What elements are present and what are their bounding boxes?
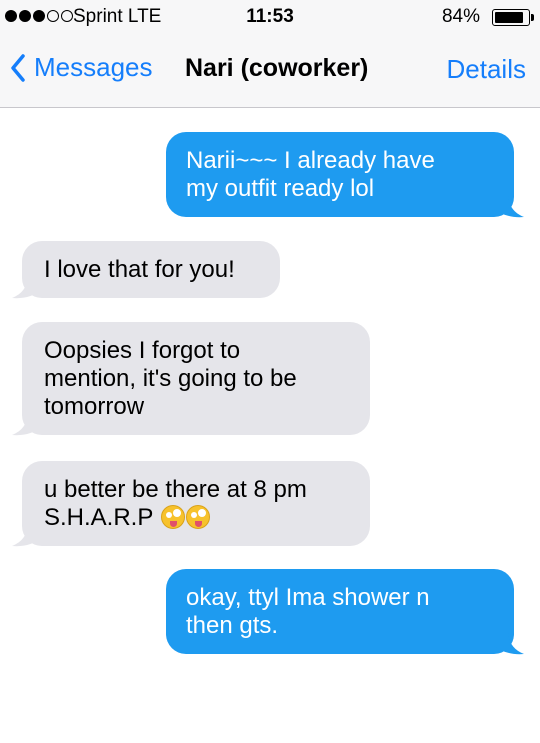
back-button-label: Messages: [34, 52, 153, 82]
conversation-title: Nari (coworker): [185, 54, 369, 82]
message-bubble-incoming[interactable]: u better be there at 8 pm S.H.A.R.P: [22, 461, 370, 546]
message-line: then gts.: [186, 612, 279, 639]
battery-icon: [492, 9, 530, 26]
message-line: okay, ttyl Ima shower n: [186, 584, 430, 611]
battery-percent: 84%: [441, 6, 480, 27]
status-bar: Sprint LTE 11:53 84%: [0, 0, 540, 36]
message-line: mention, it's going to be: [44, 365, 297, 392]
navigation-bar: Messages Nari (coworker) Details: [0, 36, 540, 108]
bubble-tail: [494, 633, 524, 655]
message-line: u better be there at 8 pm: [44, 476, 307, 503]
battery-tip: [531, 14, 534, 21]
back-button[interactable]: Messages: [10, 52, 153, 83]
message-thread[interactable]: Narii~~~ I already have my outfit ready …: [0, 108, 540, 743]
message-line: S.H.A.R.P: [44, 504, 153, 531]
message-line: Oopsies I forgot to: [44, 337, 241, 364]
message-line: Narii~~~ I already have: [186, 147, 435, 174]
zany-face-emoji: [160, 505, 185, 529]
message-bubble-outgoing[interactable]: okay, ttyl Ima shower n then gts.: [166, 569, 514, 654]
message-bubble-incoming[interactable]: Oopsies I forgot to mention, it's going …: [22, 322, 370, 435]
message-line: I love that for you!: [44, 256, 235, 283]
zany-face-emoji: [185, 505, 210, 529]
bubble-tail: [12, 525, 42, 547]
chevron-left-icon: [11, 53, 25, 82]
message-line: tomorrow: [44, 393, 145, 420]
details-button[interactable]: Details: [447, 54, 526, 85]
bubble-tail: [12, 277, 42, 299]
bubble-tail: [494, 196, 524, 218]
message-line: my outfit ready lol: [186, 175, 375, 202]
bubble-tail: [12, 414, 42, 436]
message-bubble-outgoing[interactable]: Narii~~~ I already have my outfit ready …: [166, 132, 514, 217]
message-bubble-incoming[interactable]: I love that for you!: [22, 241, 280, 298]
